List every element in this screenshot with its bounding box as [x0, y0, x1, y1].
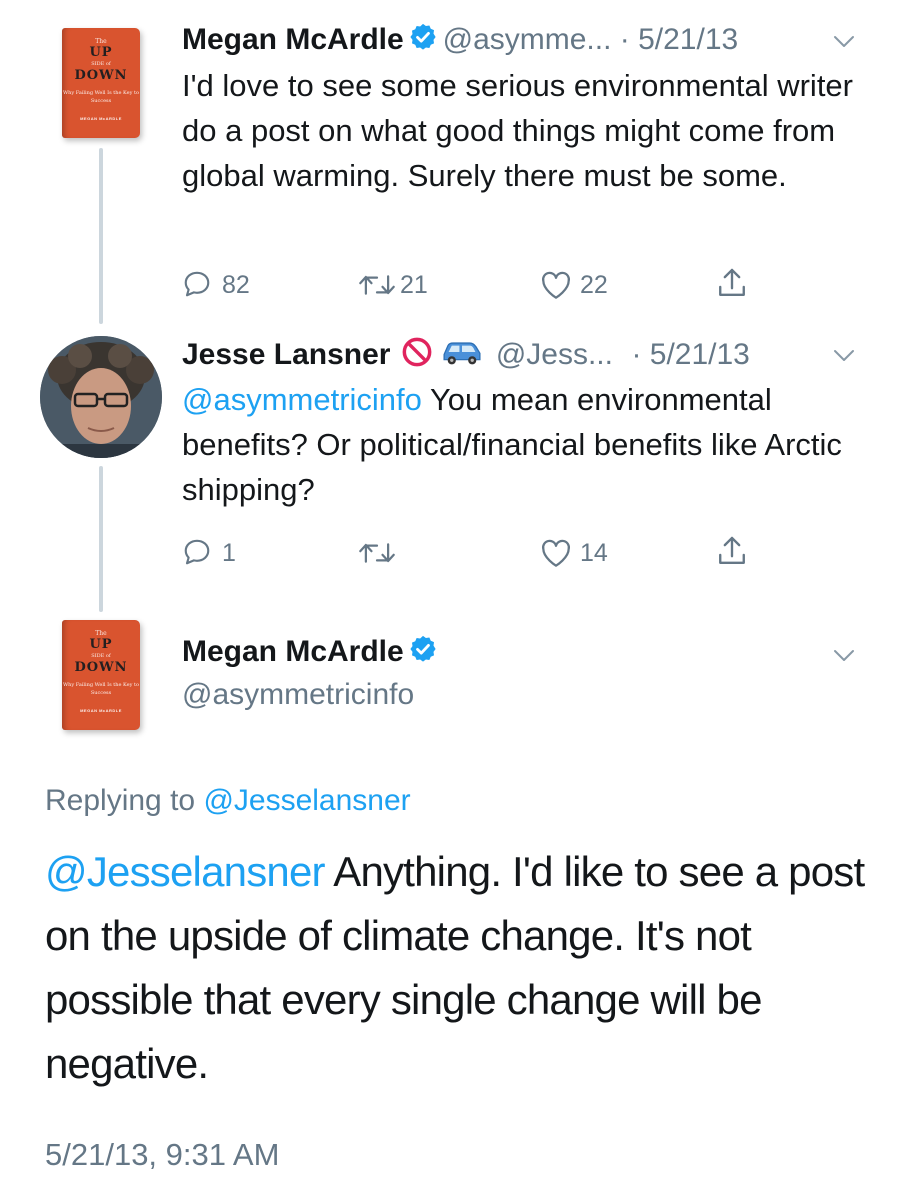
book-title-down: DOWN — [74, 660, 128, 675]
reply-icon[interactable] — [182, 269, 212, 299]
book-author: MEGAN McARDLE — [80, 708, 122, 713]
thread-connector-1 — [99, 148, 103, 324]
verified-badge-icon — [408, 634, 438, 669]
no-entry-icon — [401, 336, 433, 373]
tweet-text: @asymmetricinfo You mean environmental b… — [182, 377, 862, 512]
avatar[interactable]: The UP SIDE of DOWN Why Failing Well Is … — [62, 28, 140, 138]
reply-icon[interactable] — [182, 537, 212, 567]
chevron-down-icon[interactable] — [832, 648, 856, 664]
main-tweet-text: @Jesselansner Anything. I'd like to see … — [45, 840, 865, 1096]
author-handle[interactable]: @asymmetricinfo — [182, 678, 414, 712]
reply-count: 1 — [222, 539, 236, 567]
like-icon[interactable] — [540, 538, 572, 568]
avatar[interactable] — [40, 336, 162, 458]
tweet1-header: Megan McArdle @asymme... · 5/21/13 — [182, 22, 738, 57]
tweet-text: I'd love to see some serious environment… — [182, 68, 853, 193]
retweet-icon[interactable] — [356, 270, 398, 300]
book-title-down: DOWN — [74, 68, 128, 83]
thread-connector-2 — [99, 466, 103, 612]
replying-to: Replying to @Jesselansner — [45, 784, 411, 818]
mention-link[interactable]: @Jesselansner — [45, 848, 326, 895]
like-count: 14 — [580, 539, 608, 567]
author-name[interactable]: Megan McArdle — [182, 23, 404, 56]
book-title-side: SIDE of — [91, 653, 111, 659]
author-handle[interactable]: @Jess... — [496, 338, 613, 371]
tweet-date[interactable]: · 5/21/13 — [631, 338, 749, 371]
book-title-the: The — [95, 38, 107, 45]
replying-to-label: Replying to — [45, 784, 204, 817]
reply-count: 82 — [222, 271, 250, 299]
avatar[interactable]: The UP SIDE of DOWN Why Failing Well Is … — [62, 620, 140, 730]
chevron-down-icon[interactable] — [832, 34, 856, 50]
like-count: 22 — [580, 271, 608, 299]
tweet-timestamp[interactable]: 5/21/13, 9:31 AM — [45, 1137, 279, 1173]
tweet3-header: Megan McArdle — [182, 634, 438, 669]
like-icon[interactable] — [540, 270, 572, 300]
author-name[interactable]: Jesse Lansner — [182, 338, 390, 371]
book-title-up: UP — [89, 637, 113, 652]
author-handle-date[interactable]: @asymme... · 5/21/13 — [443, 23, 739, 56]
share-icon[interactable] — [716, 266, 748, 300]
book-subtitle: Why Failing Well Is the Key to Success — [62, 90, 140, 104]
book-title-up: UP — [89, 45, 113, 60]
book-title-side: SIDE of — [91, 61, 111, 67]
book-title-the: The — [95, 630, 107, 637]
mention-link[interactable]: @asymmetricinfo — [182, 382, 422, 417]
replying-to-link[interactable]: @Jesselansner — [203, 784, 410, 817]
tweet2-header: Jesse Lansner @Jess... · 5/21/13 — [182, 336, 750, 373]
chevron-down-icon[interactable] — [832, 348, 856, 364]
share-icon[interactable] — [716, 534, 748, 568]
book-author: MEGAN McARDLE — [80, 116, 122, 121]
car-icon — [439, 336, 485, 373]
author-name[interactable]: Megan McArdle — [182, 635, 404, 668]
retweet-count: 21 — [400, 271, 428, 299]
retweet-icon[interactable] — [356, 538, 398, 568]
verified-badge-icon — [408, 22, 438, 57]
book-subtitle: Why Failing Well Is the Key to Success — [62, 682, 140, 696]
